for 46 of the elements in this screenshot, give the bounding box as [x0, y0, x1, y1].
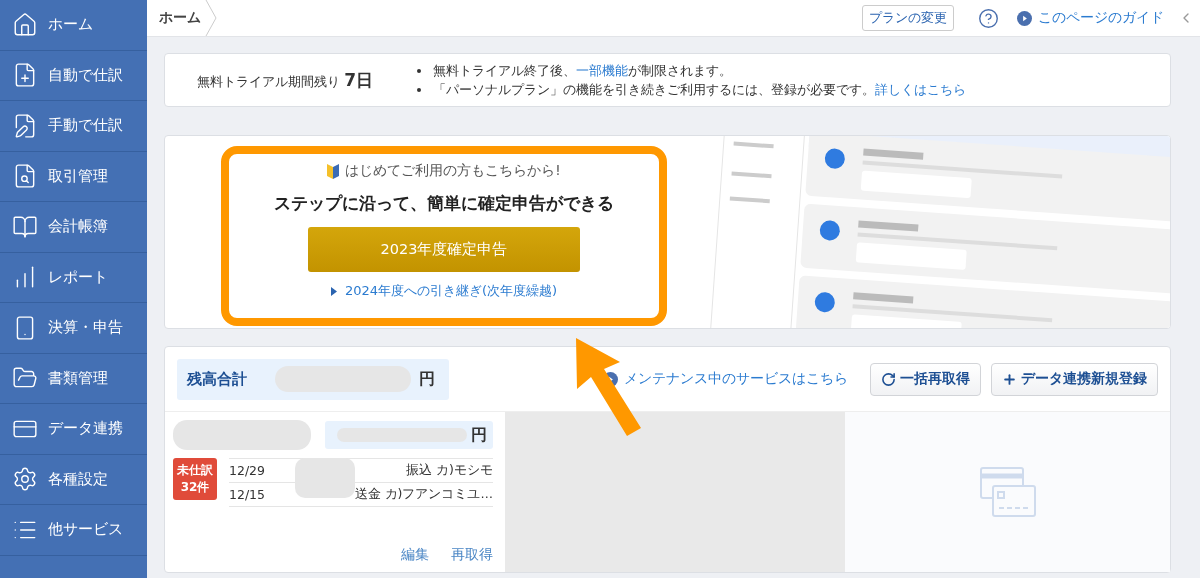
sidebar-item[interactable]: 他サービス — [0, 505, 147, 556]
triangle-icon — [330, 286, 337, 296]
transaction-description: 送金 カ)フアンコミユ… — [354, 486, 493, 503]
change-plan-button[interactable]: プランの変更 — [862, 5, 954, 31]
sidebar-item[interactable]: 取引管理 — [0, 151, 147, 202]
bullet-icon — [417, 87, 421, 92]
tax-return-button[interactable]: 2023年度確定申告 — [308, 227, 580, 272]
trial-note: 「パーソナルプラン」の機能を引き続きご利用するには、登録が必要です。詳しくはこちら — [433, 81, 966, 99]
sidebar-item[interactable]: 各種設定 — [0, 454, 147, 505]
refetch-all-button[interactable]: 一括再取得 — [870, 362, 981, 396]
help-icon[interactable] — [978, 7, 999, 29]
play-circle-icon — [1017, 10, 1032, 26]
unjournaled-badge: 未仕訳 32件 — [173, 458, 217, 500]
cards-icon — [979, 467, 1036, 517]
beginner-mark-icon — [327, 163, 340, 179]
refresh-icon — [881, 371, 896, 387]
note-link[interactable]: 一部機能 — [576, 63, 628, 78]
sidebar-item[interactable]: 書類管理 — [0, 353, 147, 404]
account-action-link[interactable]: 再取得 — [451, 546, 493, 564]
yen-unit: 円 — [471, 424, 487, 446]
sidebar-item[interactable]: 手動で仕訳 — [0, 101, 147, 152]
sidebar-item[interactable]: 会計帳簿 — [0, 202, 147, 253]
balance-total-label: 残高合計 — [187, 369, 247, 389]
breadcrumb[interactable]: ホーム — [147, 0, 205, 36]
carry-over-link[interactable]: 2024年度への引き継ぎ(次年度繰越) — [330, 282, 558, 300]
sidebar-item[interactable]: レポート — [0, 252, 147, 303]
banner-headline: ステップに沿って、簡単に確定申告ができる — [274, 192, 614, 215]
bullet-icon — [417, 68, 421, 73]
house-icon — [12, 11, 38, 38]
sidebar-item[interactable]: 自動で仕訳 — [0, 50, 147, 101]
beginner-hint: はじめてご利用の方もこちらから! — [345, 162, 561, 180]
transaction-date: 12/29 — [229, 463, 266, 478]
breadcrumb-separator-icon — [205, 0, 217, 36]
trial-note: 無料トライアル終了後、一部機能が制限されます。 — [433, 62, 732, 80]
add-connection-button[interactable]: データ連携新規登録 — [991, 362, 1158, 396]
account-action-link[interactable]: 編集 — [401, 546, 429, 564]
transaction-date: 12/15 — [229, 487, 266, 502]
page-guide-link[interactable]: このページのガイド — [1017, 9, 1164, 27]
settings-icon — [12, 466, 38, 493]
trial-remaining-text: 無料トライアル期間残り 7日 — [197, 68, 373, 92]
plus-icon — [1002, 371, 1017, 387]
sidebar-item[interactable]: データ連携 — [0, 404, 147, 455]
transaction-description: 振込 カ)モシモ — [406, 462, 493, 479]
note-link[interactable]: 詳しくはこちら — [875, 82, 966, 97]
yen-unit: 円 — [419, 368, 435, 390]
sidebar-item[interactable]: 決算・申告 — [0, 303, 147, 354]
